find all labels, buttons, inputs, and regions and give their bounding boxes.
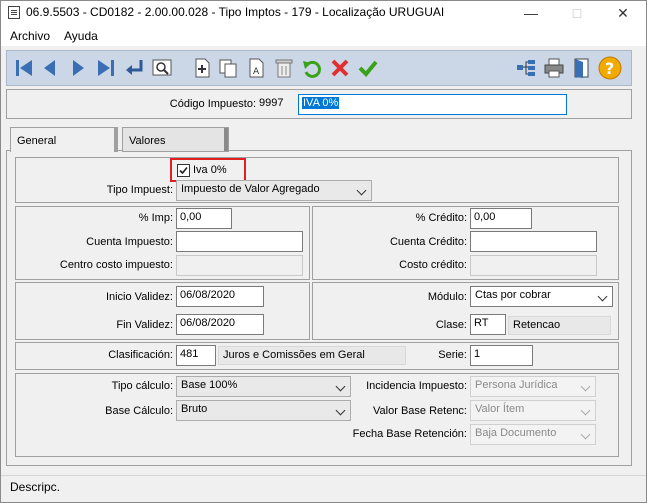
modulo-value: Ctas por cobrar xyxy=(475,289,551,301)
chevron-down-icon xyxy=(356,185,367,196)
cuenta-credito-label: Cuenta Crédito: xyxy=(389,236,467,248)
new-record-icon[interactable] xyxy=(189,55,215,81)
incidencia-label: Incidencia Impuesto: xyxy=(366,380,467,392)
costo-credito-label: Costo crédito: xyxy=(399,259,467,271)
maximize-button[interactable]: □ xyxy=(554,1,600,25)
svg-text:A: A xyxy=(253,67,260,77)
menu-ayuda[interactable]: Ayuda xyxy=(64,29,98,43)
inicio-validez-input[interactable]: 06/08/2020 xyxy=(176,286,264,307)
serie-label: Serie: xyxy=(438,349,467,361)
iva-checkbox-label: Iva 0% xyxy=(193,164,227,176)
valor-base-value: Valor Ítem xyxy=(475,403,525,415)
iva-checkbox[interactable] xyxy=(177,164,190,177)
codigo-impuesto-label: Código Impuesto: xyxy=(169,98,256,110)
exit-icon[interactable] xyxy=(569,55,595,81)
status-text: Descripc. xyxy=(10,480,61,494)
help-icon[interactable]: ? xyxy=(597,55,623,81)
clasificacion-code-input[interactable]: 481 xyxy=(176,345,216,366)
tab-general[interactable]: General xyxy=(10,127,118,152)
edit-icon[interactable]: A xyxy=(243,55,269,81)
fecha-base-label: Fecha Base Retención: xyxy=(352,428,467,440)
inicio-validez-label: Inicio Validez: xyxy=(105,291,173,303)
confirm-icon[interactable] xyxy=(355,55,381,81)
tipo-impuesto-select[interactable]: Impuesto de Valor Agregado xyxy=(176,180,372,201)
goto-icon[interactable] xyxy=(121,55,147,81)
codigo-impuesto-value: 9997 xyxy=(259,97,284,109)
fecha-base-value: Baja Documento xyxy=(475,427,557,439)
window-title: 06.9.5503 - CD0182 - 2.00.00.028 - Tipo … xyxy=(26,5,445,19)
incidencia-value: Persona Jurídica xyxy=(475,379,558,391)
toolbar: A ? xyxy=(6,50,632,86)
clasificacion-description: Juros e Comissões em Geral xyxy=(218,346,406,365)
previous-record-icon[interactable] xyxy=(37,55,63,81)
cuenta-impuesto-label: Cuenta Impuesto: xyxy=(86,236,173,248)
chevron-down-icon xyxy=(580,381,591,392)
menu-archivo[interactable]: Archivo xyxy=(10,29,50,43)
base-calculo-label: Base Cálculo: xyxy=(105,405,173,417)
tipo-calculo-select[interactable]: Base 100% xyxy=(176,376,351,397)
clase-label: Clase: xyxy=(435,319,467,331)
tree-icon[interactable] xyxy=(513,55,539,81)
print-icon[interactable] xyxy=(541,55,567,81)
pct-credito-label: % Crédito: xyxy=(415,212,467,224)
tipo-impuesto-label: Tipo Impuest: xyxy=(106,184,173,196)
clasificacion-label: Clasificación: xyxy=(108,349,173,361)
cuenta-impuesto-input[interactable] xyxy=(176,231,303,252)
valor-base-select[interactable]: Valor Ítem xyxy=(470,400,596,421)
tab-valores[interactable]: Valores xyxy=(122,127,229,152)
next-record-icon[interactable] xyxy=(65,55,91,81)
delete-icon[interactable] xyxy=(271,55,297,81)
fin-validez-label: Fin Validez: xyxy=(116,319,173,331)
pct-credito-input[interactable]: 0,00 xyxy=(470,208,532,229)
app-icon xyxy=(8,6,20,19)
undo-icon[interactable] xyxy=(299,55,325,81)
pct-imp-input[interactable]: 0,00 xyxy=(176,208,232,229)
modulo-select[interactable]: Ctas por cobrar xyxy=(470,286,613,307)
centro-costo-input[interactable] xyxy=(176,255,303,276)
status-bar xyxy=(1,475,646,502)
svg-text:?: ? xyxy=(605,59,614,78)
first-record-icon[interactable] xyxy=(11,55,37,81)
serie-input[interactable]: 1 xyxy=(470,345,533,366)
cancel-icon[interactable] xyxy=(327,55,353,81)
copy-icon[interactable] xyxy=(215,55,241,81)
chevron-down-icon xyxy=(580,405,591,416)
chevron-down-icon xyxy=(597,291,608,302)
descripcion-input[interactable]: IVA 0% xyxy=(298,94,567,115)
costo-credito-input[interactable] xyxy=(470,255,597,276)
search-icon[interactable] xyxy=(149,55,175,81)
base-calculo-select[interactable]: Bruto xyxy=(176,400,351,421)
tipo-impuesto-value: Impuesto de Valor Agregado xyxy=(181,183,320,195)
fin-validez-input[interactable]: 06/08/2020 xyxy=(176,314,264,335)
minimize-button[interactable]: — xyxy=(508,1,554,25)
close-button[interactable]: ✕ xyxy=(600,1,646,25)
base-calculo-value: Bruto xyxy=(181,403,208,415)
chevron-down-icon xyxy=(580,429,591,440)
cuenta-credito-input[interactable] xyxy=(470,231,597,252)
last-record-icon[interactable] xyxy=(93,55,119,81)
fecha-base-select[interactable]: Baja Documento xyxy=(470,424,596,445)
tipo-calculo-value: Base 100% xyxy=(181,379,238,391)
descripcion-text: IVA 0% xyxy=(302,97,340,109)
incidencia-select[interactable]: Persona Jurídica xyxy=(470,376,596,397)
modulo-label: Módulo: xyxy=(427,291,467,303)
tipo-calculo-label: Tipo cálculo: xyxy=(111,380,173,392)
valor-base-label: Valor Base Retenc: xyxy=(373,405,467,417)
pct-imp-label: % Imp: xyxy=(138,212,173,224)
centro-costo-label: Centro costo impuesto: xyxy=(59,259,173,271)
clase-description: Retencao xyxy=(508,316,611,335)
clase-code-input[interactable]: RT xyxy=(470,314,506,335)
